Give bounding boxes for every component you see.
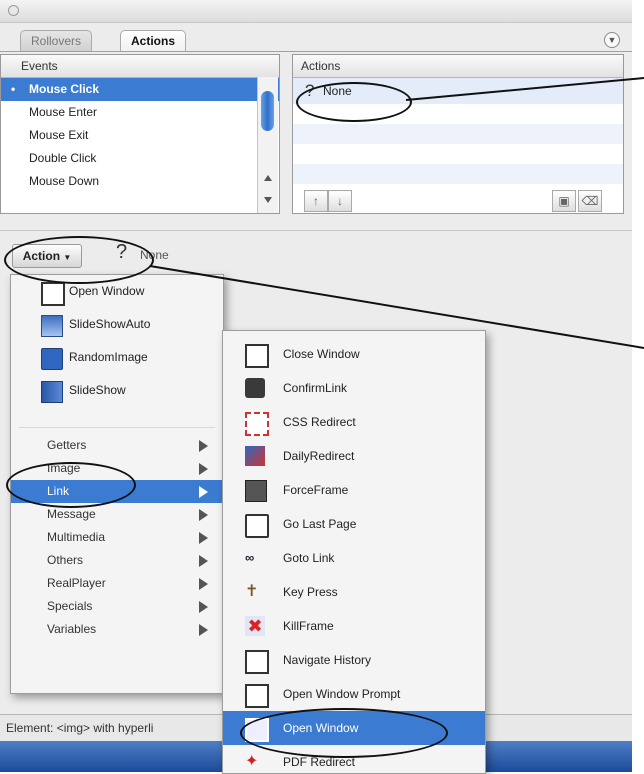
callout-line-top <box>405 77 644 101</box>
callout-line-middle <box>149 265 644 349</box>
callout-lines <box>149 77 644 349</box>
